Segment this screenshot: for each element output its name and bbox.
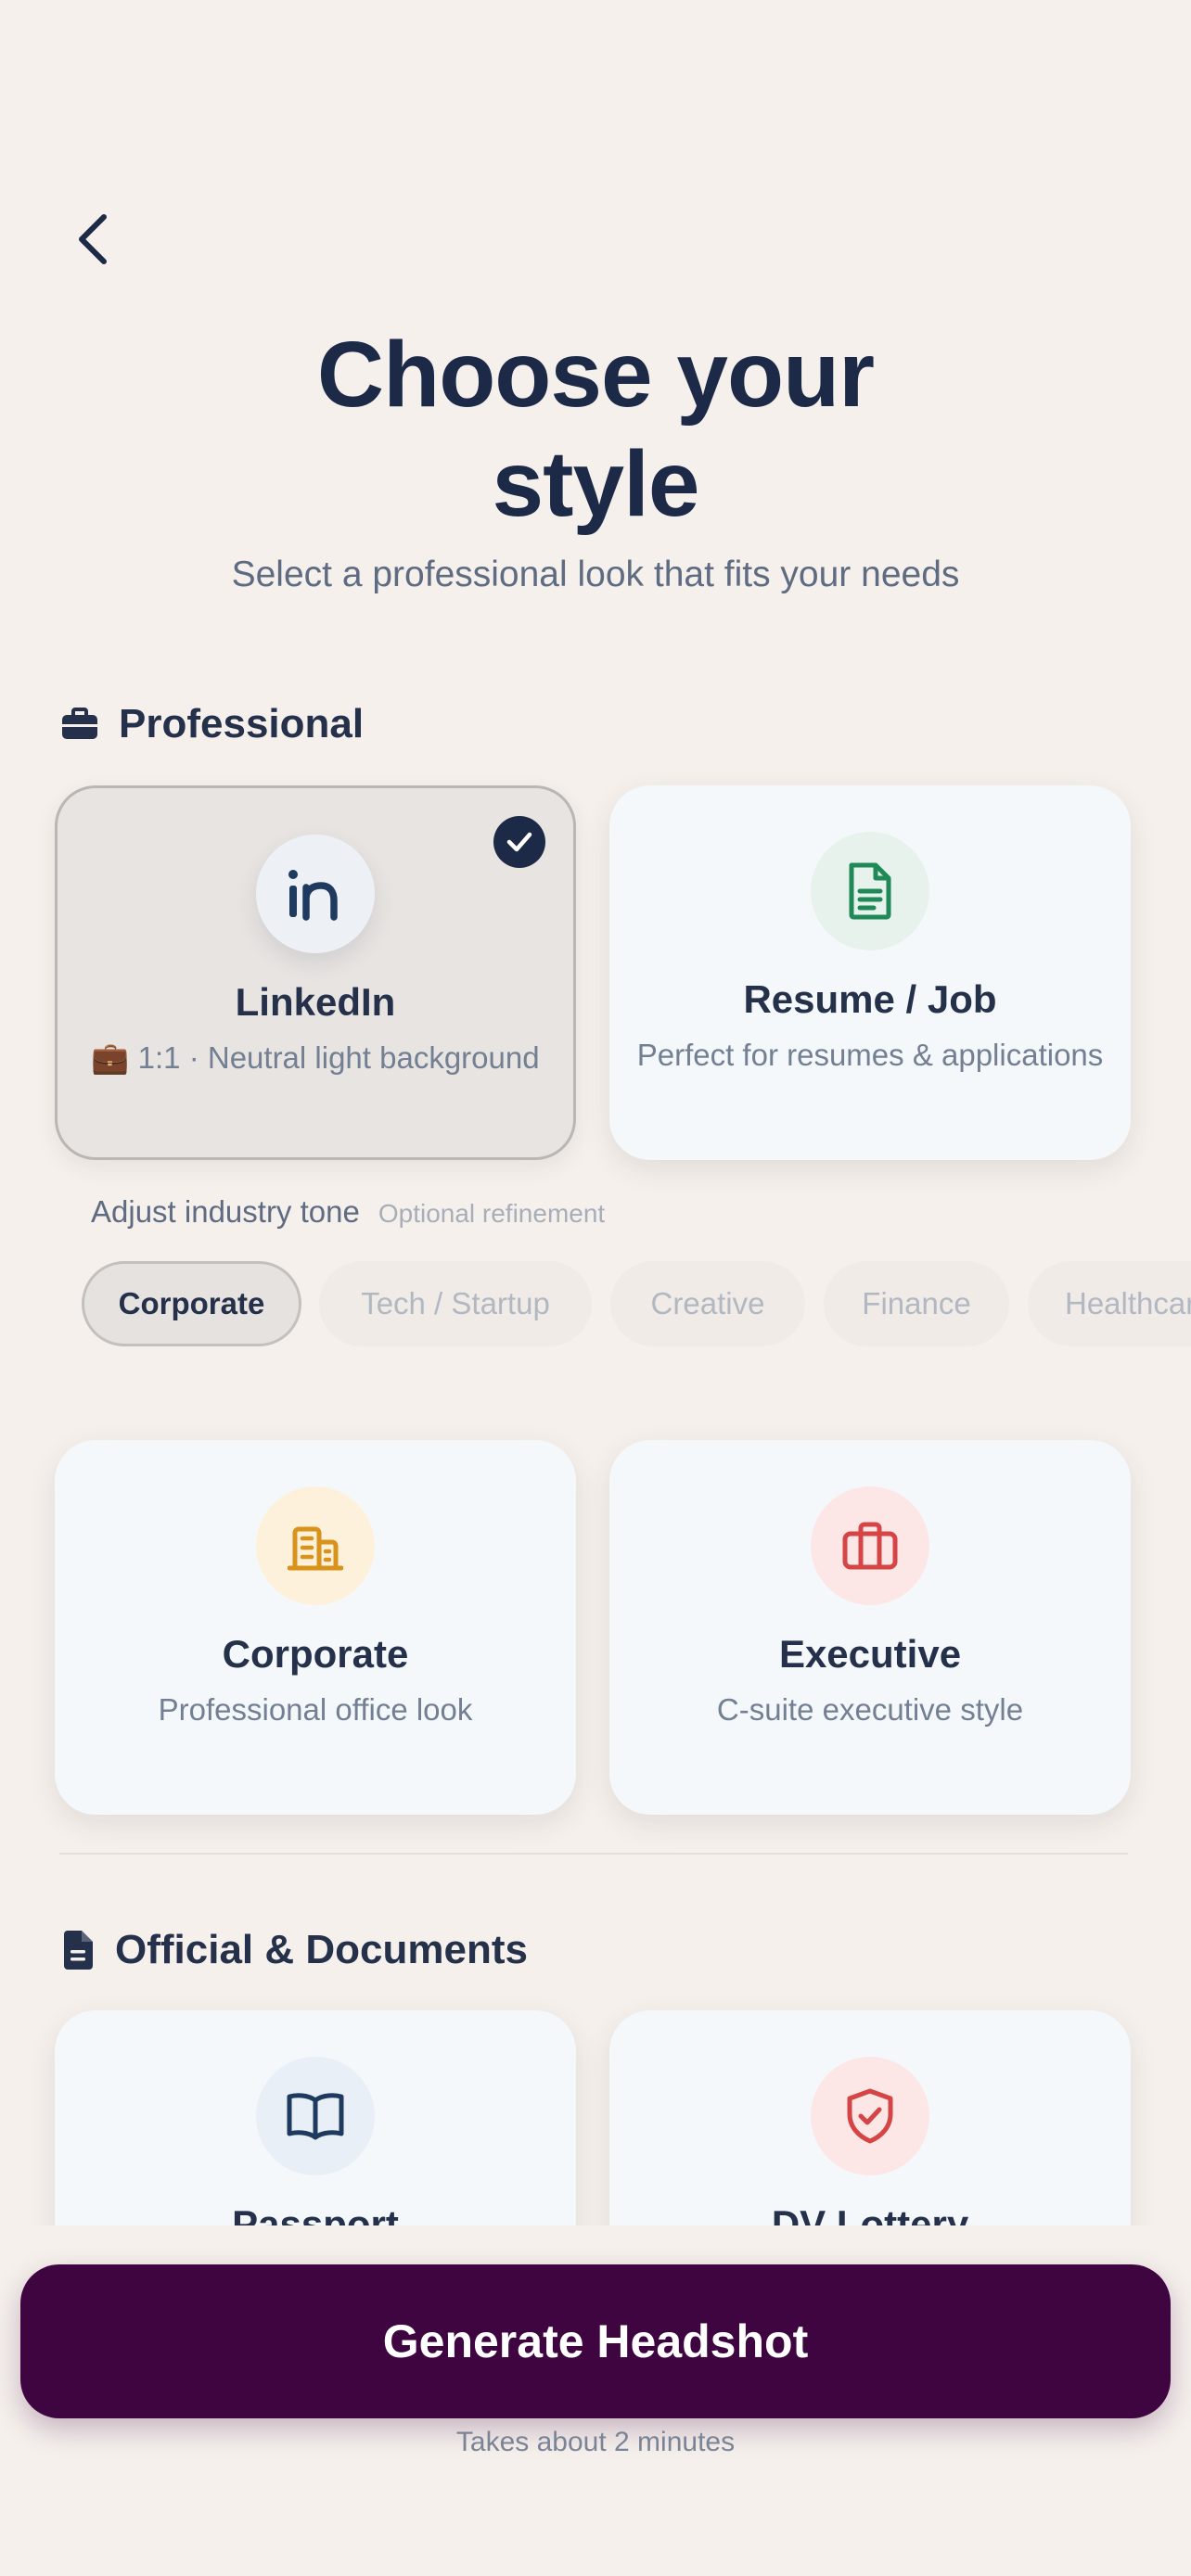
industry-tone-chips: Corporate Tech / Startup Creative Financ… [82, 1261, 1191, 1346]
page-subtitle: Select a professional look that fits you… [231, 555, 960, 594]
card-title: Corporate [222, 1632, 409, 1676]
tone-chip-finance[interactable]: Finance [824, 1261, 1009, 1346]
card-title: Resume / Job [743, 977, 997, 1021]
tone-chip-healthcare[interactable]: Healthcare [1028, 1261, 1191, 1346]
document-icon [849, 862, 891, 920]
document-icon [64, 1931, 93, 1970]
page-title-line-1: Choose your [316, 323, 875, 427]
card-description: 💼 1:1 · Neutral light background [91, 1040, 540, 1075]
selected-checkmark-icon [493, 816, 545, 868]
industry-tone-hint: Optional refinement [378, 1199, 606, 1228]
section-header-official-documents: Official & Documents [61, 1927, 528, 1973]
section-divider [59, 1853, 1128, 1855]
back-button[interactable] [59, 206, 126, 273]
section-title-official-documents: Official & Documents [115, 1927, 528, 1972]
building-icon [288, 1526, 343, 1571]
icon-circle [811, 1486, 929, 1605]
style-card-resume-job[interactable]: Resume / Job Perfect for resumes & appli… [609, 785, 1131, 1160]
tone-chip-tech-startup[interactable]: Tech / Startup [319, 1261, 592, 1346]
page-title: Choose your style [0, 320, 1191, 539]
card-description: Perfect for resumes & applications [636, 1038, 1104, 1072]
section-header-professional: Professional [61, 701, 364, 747]
book-open-icon [287, 2093, 344, 2140]
style-card-corporate[interactable]: Corporate Professional office look [55, 1440, 576, 1815]
icon-circle [256, 835, 375, 953]
card-title: Executive [778, 1632, 962, 1676]
tone-chip-corporate[interactable]: Corporate [82, 1261, 301, 1346]
page-title-line-2: style [492, 432, 700, 536]
icon-circle [256, 2057, 375, 2175]
card-description: C-suite executive style [716, 1692, 1024, 1727]
icon-circle [811, 832, 929, 950]
generate-headshot-button[interactable]: Generate Headshot [20, 2264, 1171, 2418]
icon-circle [811, 2057, 929, 2175]
linkedin-icon [288, 870, 338, 921]
industry-tone-label: Adjust industry tone [91, 1194, 360, 1229]
section-title-professional: Professional [119, 701, 365, 746]
style-card-executive[interactable]: Executive C-suite executive style [609, 1440, 1131, 1815]
card-title: LinkedIn [235, 980, 396, 1024]
generation-time-note: Takes about 2 minutes [455, 2427, 736, 2457]
shield-check-icon [847, 2088, 893, 2144]
tone-chip-creative[interactable]: Creative [610, 1261, 805, 1346]
briefcase-icon [62, 708, 97, 739]
chevron-left-icon [79, 214, 107, 264]
industry-tone-header: Adjust industry tone Optional refinement [91, 1194, 605, 1230]
style-card-linkedin[interactable]: LinkedIn 💼 1:1 · Neutral light backgroun… [55, 785, 576, 1160]
briefcase-icon [842, 1522, 898, 1570]
icon-circle [256, 1486, 375, 1605]
card-description: Professional office look [158, 1692, 473, 1727]
style-selection-screen: Choose your style Select a professional … [0, 0, 1191, 2576]
